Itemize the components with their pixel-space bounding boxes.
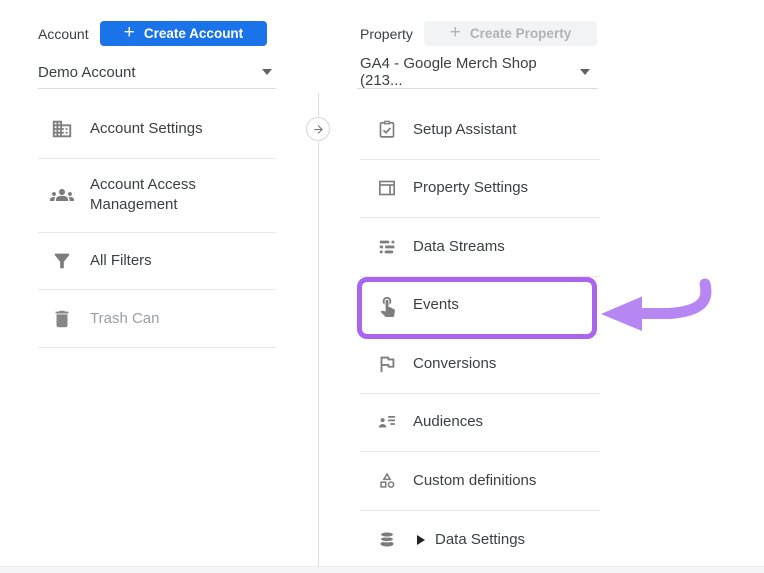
menu-item-label: Data Streams (413, 237, 505, 257)
menu-item-label: Audiences (413, 412, 483, 432)
menu-item-label: Trash Can (90, 309, 159, 329)
collapse-column-button[interactable] (306, 117, 330, 141)
property-menu: Setup Assistant Property Settings Data (360, 101, 600, 569)
menu-item-label: Conversions (413, 354, 496, 374)
arrow-right-icon (312, 123, 325, 136)
touch-icon (375, 293, 399, 317)
menu-item-conversions[interactable]: Conversions (360, 335, 600, 394)
property-settings-icon (375, 176, 399, 200)
property-column-label: Property (360, 26, 413, 42)
data-streams-icon (375, 235, 399, 259)
selected-property-value: GA4 - Google Merch Shop (213... (360, 55, 580, 89)
create-account-button[interactable]: + Create Account (100, 21, 267, 46)
selected-account-value: Demo Account (38, 64, 136, 81)
menu-item-label: Setup Assistant (413, 120, 516, 140)
flag-icon (375, 352, 399, 376)
bottom-strip (0, 566, 764, 573)
menu-item-label: Data Settings (435, 530, 525, 550)
database-icon (375, 528, 399, 552)
plus-icon: + (450, 23, 461, 42)
create-account-button-label: Create Account (144, 26, 243, 41)
menu-item-all-filters[interactable]: All Filters (38, 233, 276, 291)
ga-admin-panel: Account + Create Account Demo Account Pr… (0, 0, 764, 573)
menu-item-account-settings[interactable]: Account Settings (38, 101, 276, 159)
menu-item-label: Events (413, 295, 459, 315)
menu-item-events[interactable]: Events (360, 277, 600, 336)
menu-item-data-settings[interactable]: Data Settings (360, 511, 600, 570)
menu-item-account-access-management[interactable]: Account Access Management (38, 159, 276, 233)
property-selector-dropdown[interactable]: GA4 - Google Merch Shop (213... (360, 60, 590, 84)
shapes-icon (375, 469, 399, 493)
audience-icon (375, 410, 399, 434)
people-icon (50, 183, 74, 207)
menu-item-label: Property Settings (413, 178, 528, 198)
menu-item-custom-definitions[interactable]: Custom definitions (360, 452, 600, 511)
create-property-button[interactable]: + Create Property (424, 21, 597, 46)
menu-item-label: Custom definitions (413, 471, 536, 491)
setup-assistant-icon (375, 118, 399, 142)
menu-item-label: Account Access Management (90, 175, 276, 215)
plus-icon: + (124, 23, 135, 42)
menu-item-label: Account Settings (90, 119, 203, 139)
building-icon (50, 117, 74, 141)
dropdown-caret-icon (580, 69, 590, 75)
column-divider (318, 93, 319, 573)
account-selector-dropdown[interactable]: Demo Account (38, 60, 272, 84)
menu-item-data-streams[interactable]: Data Streams (360, 218, 600, 277)
filter-icon (50, 249, 74, 273)
menu-item-setup-assistant[interactable]: Setup Assistant (360, 101, 600, 160)
menu-item-audiences[interactable]: Audiences (360, 394, 600, 453)
trash-icon (50, 307, 74, 331)
account-menu: Account Settings Account Access Manageme… (38, 101, 276, 348)
dropdown-caret-icon (262, 69, 272, 75)
account-header-divider (38, 88, 276, 89)
property-header-divider (357, 88, 598, 89)
menu-item-property-settings[interactable]: Property Settings (360, 160, 600, 219)
account-column-label: Account (38, 26, 89, 42)
expand-arrow-icon[interactable] (417, 535, 425, 545)
menu-item-label: All Filters (90, 251, 152, 271)
menu-item-trash-can[interactable]: Trash Can (38, 290, 276, 348)
create-property-button-label: Create Property (470, 26, 571, 41)
